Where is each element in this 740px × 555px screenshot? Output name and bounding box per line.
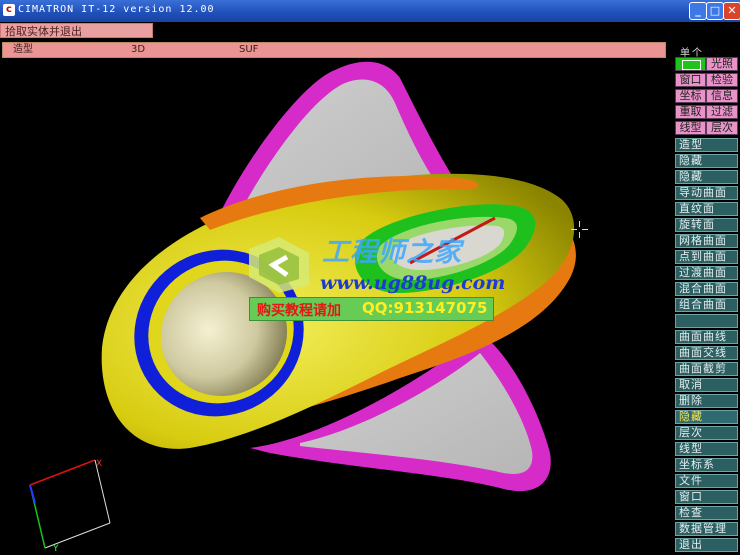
close-button[interactable]: ✕ [723,2,740,20]
linetype-button[interactable]: 线型 [675,121,706,135]
menu-item-ruled-surface[interactable]: 直纹面 [675,202,738,216]
menu-item-cancel[interactable]: 取消 [675,378,738,392]
menu-item-surface-trim[interactable]: 曲面截剪 [675,362,738,376]
watermark-site-name: 工程师之家 [322,237,462,268]
dimension-label: 3D [131,44,146,55]
watermark-qq: QQ:913147075 [362,299,488,317]
menu-item-window[interactable]: 窗口 [675,490,738,504]
axis-triad: X Y [29,459,111,554]
menu-item-blank [675,314,738,328]
menu-item-blend-surface[interactable]: 过渡曲面 [675,266,738,280]
watermark-banner-text: 购买教程请加 [257,303,341,319]
menu-item-coordinate-system[interactable]: 坐标系 [675,458,738,472]
menu-item-file[interactable]: 文件 [675,474,738,488]
x-axis-label: X [96,459,102,469]
info-button[interactable]: 信息 [706,89,738,103]
menu-item-mixed-surface[interactable]: 混合曲面 [675,282,738,296]
watermark-url: www.ug88ug.com [320,272,506,294]
menu-item-mesh-surface[interactable]: 网格曲面 [675,234,738,248]
filter-button[interactable]: 过滤 [706,105,738,119]
menu-item-layer[interactable]: 层次 [675,426,738,440]
cimatron-logo-icon[interactable]: c [3,4,15,16]
window-title: CIMATRON IT-12 version 12.00 [18,4,215,15]
window-button[interactable]: 窗口 [675,73,706,87]
mode-label: 造型 [13,44,33,55]
menu-item-surface-intersection[interactable]: 曲面交线 [675,346,738,360]
menu-item-modeling[interactable]: 造型 [675,138,738,152]
mode-status-bar: 造型 3D SUF [2,42,666,58]
watermark-banner: 购买教程请加 QQ:913147075 [249,297,494,321]
color-swatch-toggle[interactable] [675,57,706,71]
menu-item-data-management[interactable]: 数据管理 [675,522,738,536]
menu-item-exit[interactable]: 退出 [675,538,738,552]
menu-item-hide-active[interactable]: 隐藏 [675,410,738,424]
menu-item-sweep-surface[interactable]: 导动曲面 [675,186,738,200]
menu-item-hide[interactable]: 隐藏 [675,154,738,168]
title-bar: c CIMATRON IT-12 version 12.00 _ □ ✕ [0,0,740,22]
watermark-logo-icon [249,237,309,293]
coordinates-button[interactable]: 坐标 [675,89,706,103]
y-axis-label: Y [52,544,59,554]
pick-and-exit-button[interactable]: 拾取实体并退出 [0,23,153,38]
menu-item-revolve-surface[interactable]: 旋转面 [675,218,738,232]
lighting-button[interactable]: 光照 [706,57,738,71]
menu-item-check[interactable]: 检查 [675,506,738,520]
menu-item-delete[interactable]: 删除 [675,394,738,408]
reselect-button[interactable]: 重取 [675,105,706,119]
menu-item-points-to-surface[interactable]: 点到曲面 [675,250,738,264]
maximize-button[interactable]: □ [706,2,724,20]
menu-item-surface-curve[interactable]: 曲面曲线 [675,330,738,344]
crosshair-cursor-icon [571,221,588,238]
verify-button[interactable]: 检验 [706,73,738,87]
layer-button[interactable]: 层次 [706,121,738,135]
menu-item-composite-surface[interactable]: 组合曲面 [675,298,738,312]
entity-label: SUF [239,44,259,55]
menu-item-linetype[interactable]: 线型 [675,442,738,456]
minimize-button[interactable]: _ [689,2,707,20]
menu-item-hide-2[interactable]: 隐藏 [675,170,738,184]
